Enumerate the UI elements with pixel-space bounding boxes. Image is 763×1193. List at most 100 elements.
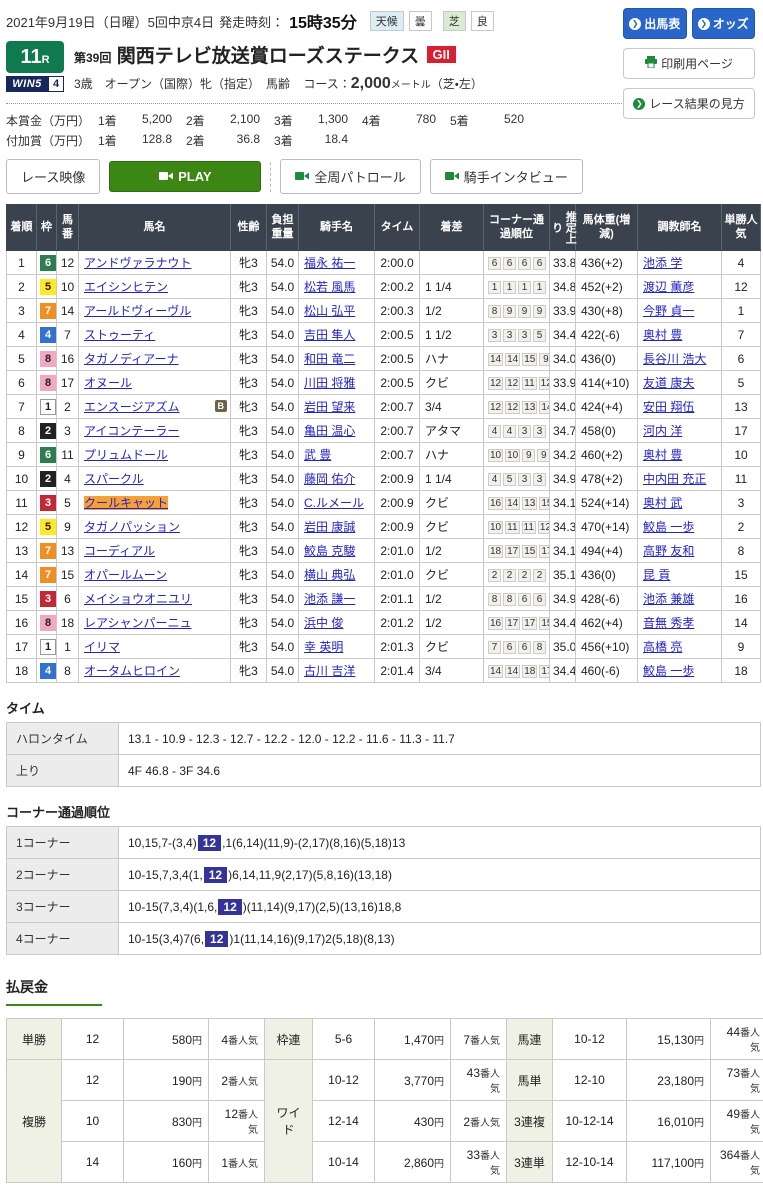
table-row: 13713コーディアル牝354.0鮫島 克駿2:01.01/2181715173… <box>7 539 761 563</box>
horse-weight: 424(+4) <box>576 395 638 419</box>
jockey-name-link[interactable]: 古川 吉洋 <box>304 664 355 678</box>
horse-weight: 458(0) <box>576 419 638 443</box>
horse-name-link[interactable]: オータムヒロイン <box>84 664 180 678</box>
odds-button-label: オッズ <box>713 15 749 32</box>
margin: クビ <box>420 371 484 395</box>
jockey-name-link[interactable]: 横山 典弘 <box>304 568 355 582</box>
trainer-name-link[interactable]: 長谷川 浩大 <box>643 352 706 366</box>
patrol-video-button[interactable]: 全周パトロール <box>280 159 420 194</box>
jockey-name-link[interactable]: 松山 弘平 <box>304 304 355 318</box>
finish-time: 2:00.9 <box>375 491 420 515</box>
jockey-interview-button[interactable]: 騎手インタビュー <box>430 159 583 194</box>
jockey-name-link[interactable]: 福永 祐一 <box>304 256 355 270</box>
prize-place: 2着 <box>186 132 214 149</box>
win-popularity: 15 <box>722 563 761 587</box>
wide-combination: 10-14 <box>313 1142 375 1183</box>
corner-position: 9 <box>537 449 549 462</box>
horse-name-link[interactable]: レアシャンパーニュ <box>84 616 192 630</box>
jockey-name-link[interactable]: 岩田 望来 <box>304 400 355 414</box>
horse-name-link[interactable]: タガノディアーナ <box>84 352 178 366</box>
trainer-name-link[interactable]: 池添 兼雄 <box>643 592 694 606</box>
result-guide-button[interactable]: ❯ レース結果の見方 <box>623 88 755 119</box>
bracket-quinella-combination: 5-6 <box>313 1019 375 1060</box>
trainer-name-link[interactable]: 安田 翔伍 <box>643 400 694 414</box>
jockey-name-link[interactable]: 和田 竜二 <box>304 352 355 366</box>
prize-value: 520 <box>478 112 524 129</box>
trainer-name-link[interactable]: 河内 洋 <box>643 424 682 438</box>
place-popularity: 12番人気 <box>209 1101 265 1142</box>
horse-name-link[interactable]: エイシンヒテン <box>84 280 168 294</box>
horse-name-link[interactable]: オヌール <box>84 376 132 390</box>
horse-name-link[interactable]: スパークル <box>84 472 144 486</box>
trainer-name-link[interactable]: 鮫島 一歩 <box>643 664 694 678</box>
jockey-name-link[interactable]: 幸 英明 <box>304 640 343 654</box>
column-header: 騎手名 <box>299 205 375 251</box>
table-row: 823アイコンテーラー牝354.0亀田 温心2:00.7アタマ443334.74… <box>7 419 761 443</box>
wide-popularity: 2番人気 <box>451 1101 507 1142</box>
jockey-name-link[interactable]: 岩田 康誠 <box>304 520 355 534</box>
jockey-name-link[interactable]: 亀田 温心 <box>304 424 355 438</box>
horse-name-link[interactable]: イリマ <box>84 640 120 654</box>
margin: 3/4 <box>420 659 484 683</box>
horse-name-link[interactable]: エンスージアズム <box>84 400 180 414</box>
trainer-cell: 長谷川 浩大 <box>638 347 722 371</box>
trainer-name-link[interactable]: 今野 貞一 <box>643 304 694 318</box>
entries-button[interactable]: ❯ 出馬表 <box>623 8 687 39</box>
margin: 1 1/4 <box>420 467 484 491</box>
win-popularity: 9 <box>722 635 761 659</box>
horse-name-link[interactable]: ストゥーティ <box>84 328 155 342</box>
horse-name-link[interactable]: オパールムーン <box>84 568 167 582</box>
horse-name-link[interactable]: コーディアル <box>84 544 155 558</box>
horse-name-link[interactable]: クールキャット <box>84 496 168 510</box>
finish-position: 15 <box>7 587 37 611</box>
jockey-name-link[interactable]: 池添 謙一 <box>304 592 355 606</box>
jockey-name-link[interactable]: 武 豊 <box>304 448 331 462</box>
corner-position: 17 <box>539 545 549 558</box>
jockey-name-link[interactable]: 藤岡 佑介 <box>304 472 355 486</box>
horse-name-link[interactable]: メイショウオニユリ <box>84 592 192 606</box>
trainer-name-link[interactable]: 音無 秀孝 <box>643 616 694 630</box>
race-video-button[interactable]: レース映像 <box>6 159 100 194</box>
margin: 3/4 <box>420 395 484 419</box>
trainer-name-link[interactable]: 奥村 武 <box>643 496 682 510</box>
horse-name-link[interactable]: アールドヴィーヴル <box>84 304 191 318</box>
play-button[interactable]: PLAY <box>109 161 261 192</box>
trainer-name-link[interactable]: 鮫島 一歩 <box>643 520 694 534</box>
trainer-name-link[interactable]: 奥村 豊 <box>643 328 682 342</box>
trainer-name-link[interactable]: 高橋 亮 <box>643 640 682 654</box>
quinella-amount: 15,130円 <box>627 1019 711 1060</box>
trainer-name-link[interactable]: 高野 友和 <box>643 544 694 558</box>
main-prize-label: 本賞金（万円） <box>6 112 98 129</box>
corner-position: 12 <box>488 377 503 390</box>
horse-name-link[interactable]: タガノパッション <box>84 520 180 534</box>
jockey-name-link[interactable]: 浜中 俊 <box>304 616 343 630</box>
horse-weight: 452(+2) <box>576 275 638 299</box>
corner-order-cell: 18171517 <box>484 539 550 563</box>
jockey-name-link[interactable]: 松若 風馬 <box>304 280 355 294</box>
trainer-name-link[interactable]: 昆 貢 <box>643 568 670 582</box>
trainer-name-link[interactable]: 渡辺 薫彦 <box>643 280 694 294</box>
corner-order-cell: 7668 <box>484 635 550 659</box>
horse-name-link[interactable]: アンドヴァラナウト <box>84 256 192 270</box>
trio-amount: 16,010円 <box>627 1101 711 1142</box>
bracket-cell: 1 <box>37 635 57 659</box>
jockey-name-link[interactable]: C.ルメール <box>304 496 364 510</box>
trainer-name-link[interactable]: 中内田 充正 <box>643 472 706 486</box>
trainer-name-link[interactable]: 友道 康夫 <box>643 376 694 390</box>
jockey-name-link[interactable]: 鮫島 克駿 <box>304 544 355 558</box>
horse-name-link[interactable]: プリュムドール <box>84 448 168 462</box>
last-3f-time: 34.4 <box>550 611 576 635</box>
last-3f-time: 33.9 <box>550 371 576 395</box>
race-badges: 11R WIN5 4 <box>6 41 64 93</box>
trainer-name-link[interactable]: 池添 学 <box>643 256 682 270</box>
print-page-button[interactable]: 印刷用ページ <box>623 48 755 79</box>
margin: クビ <box>420 491 484 515</box>
carried-weight: 54.0 <box>267 515 299 539</box>
trainer-name-link[interactable]: 奥村 豊 <box>643 448 682 462</box>
jockey-name-link[interactable]: 吉田 隼人 <box>304 328 355 342</box>
jockey-name-link[interactable]: 川田 将雅 <box>304 376 355 390</box>
sex-age: 牝3 <box>231 419 267 443</box>
odds-button[interactable]: ❯ オッズ <box>692 8 756 39</box>
place-amount: 160円 <box>124 1142 209 1183</box>
horse-name-link[interactable]: アイコンテーラー <box>84 424 179 438</box>
